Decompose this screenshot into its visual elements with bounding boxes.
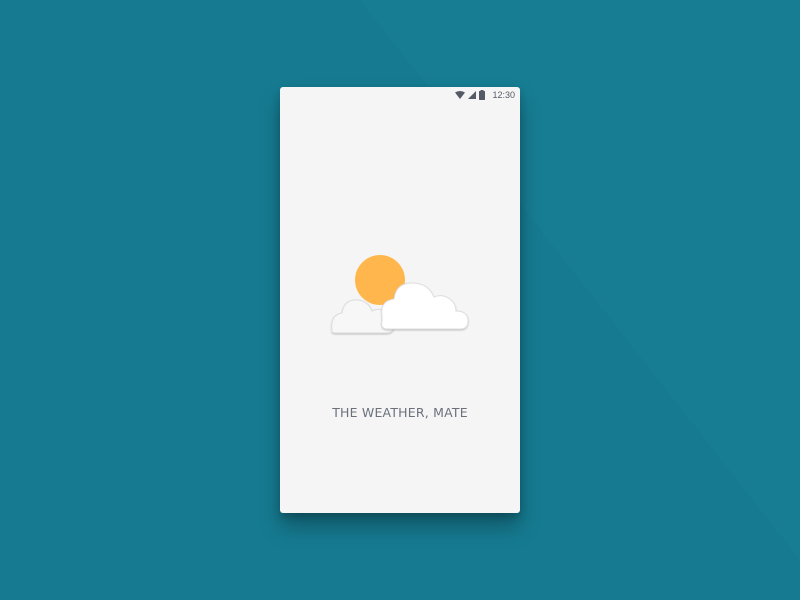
app-title: THE WEATHER, MATE: [332, 405, 468, 420]
status-bar: 12:30: [455, 87, 520, 103]
wifi-icon: [455, 91, 466, 99]
status-time: 12:30: [492, 90, 515, 100]
battery-icon: [479, 90, 486, 100]
weather-illustration: [331, 255, 469, 334]
signal-icon: [468, 91, 477, 99]
phone-screen: 12:30 THE WEATHER, MATE: [280, 87, 520, 513]
